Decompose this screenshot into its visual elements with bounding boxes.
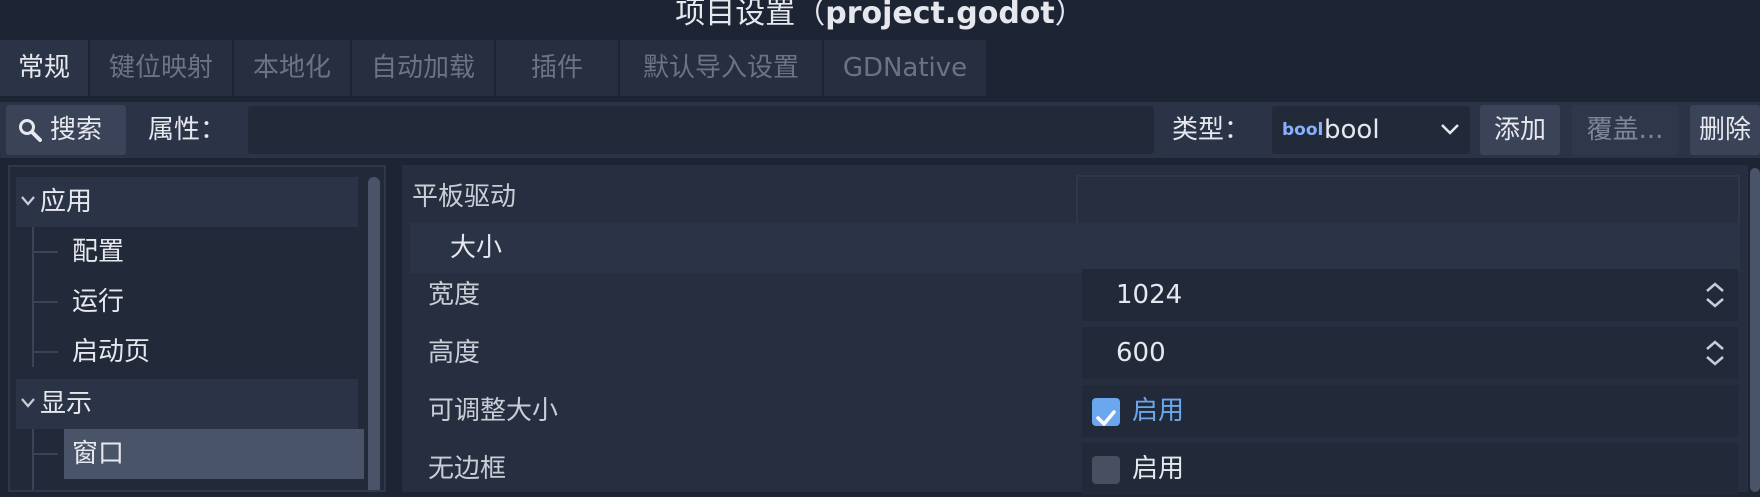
borderless-label: 无边框	[428, 454, 507, 484]
borderless-enabled-text: 启用	[1132, 454, 1185, 484]
window-title-prefix: 项目设置（	[675, 0, 826, 31]
override-button[interactable]: 覆盖...	[1572, 105, 1678, 155]
type-label: 类型：	[1172, 115, 1251, 145]
property-input[interactable]	[248, 106, 1154, 154]
width-spinbox[interactable]: 1024	[1082, 269, 1738, 321]
tree-guide-line	[32, 453, 58, 455]
property-toolbar: 搜索 属性： 类型： bool bool 添加 覆盖... 删除	[0, 102, 1760, 158]
tab-autoload[interactable]: 自动加载	[352, 40, 494, 96]
tree-category-application[interactable]: 应用	[16, 177, 358, 227]
spinner-arrows-icon[interactable]	[1704, 281, 1726, 309]
resizable-checkbox[interactable]: 启用	[1082, 385, 1738, 437]
tree-category-label: 显示	[40, 389, 93, 419]
tree-item-run[interactable]: 运行	[64, 277, 364, 327]
delete-button[interactable]: 删除	[1690, 105, 1760, 155]
resizable-enabled-text: 启用	[1132, 396, 1185, 426]
search-button[interactable]: 搜索	[6, 105, 126, 155]
tree-item-window[interactable]: 窗口	[64, 429, 364, 479]
window-title: 项目设置（project.godot）	[0, 0, 1760, 36]
tree-guide-line	[32, 301, 58, 303]
inspector-scrollbar[interactable]	[1750, 168, 1760, 492]
checkbox-unchecked-icon	[1092, 456, 1120, 484]
tree-item-boot-splash[interactable]: 启动页	[64, 327, 364, 377]
tab-input-map[interactable]: 键位映射	[90, 40, 232, 96]
window-title-suffix: ）	[1054, 0, 1085, 31]
tree-item-config[interactable]: 配置	[64, 227, 364, 277]
height-label: 高度	[428, 338, 481, 368]
tab-general[interactable]: 常规	[0, 40, 88, 96]
tree-category-display[interactable]: 显示	[16, 379, 358, 429]
width-value: 1024	[1116, 280, 1183, 310]
tree-item-label: 启动页	[72, 337, 151, 367]
tree-item-label: 窗口	[72, 439, 125, 469]
tree-guide-line	[32, 351, 58, 353]
type-select[interactable]: bool bool	[1272, 106, 1470, 154]
project-name: project.godot	[825, 0, 1055, 31]
tree-item-label: 运行	[72, 287, 125, 317]
tab-localization[interactable]: 本地化	[234, 40, 350, 96]
tablet-driver-field[interactable]	[1076, 175, 1740, 225]
tablet-driver-label: 平板驱动	[412, 182, 517, 212]
borderless-checkbox[interactable]: 启用	[1082, 443, 1738, 495]
height-value: 600	[1116, 338, 1166, 368]
tab-import-defaults[interactable]: 默认导入设置	[620, 40, 822, 96]
chevron-down-icon	[1440, 122, 1460, 136]
tree-item-label: 配置	[72, 237, 125, 267]
tab-bar: 常规 键位映射 本地化 自动加载 插件 默认导入设置 GDNative	[0, 40, 1760, 96]
section-header-size[interactable]: 大小	[410, 223, 1740, 273]
search-icon	[18, 118, 42, 142]
type-select-value: bool	[1324, 115, 1380, 145]
height-spinbox[interactable]: 600	[1082, 327, 1738, 379]
property-inspector: 平板驱动 大小 宽度 1024 高度 600 可调整大小 启用 无边框 启用	[402, 165, 1748, 495]
tab-gdnative[interactable]: GDNative	[824, 40, 986, 96]
section-size-label: 大小	[450, 233, 503, 263]
checkbox-checked-icon	[1092, 398, 1120, 426]
add-button[interactable]: 添加	[1480, 105, 1560, 155]
section-tree: 应用 配置 运行 启动页 显示 窗口	[8, 165, 386, 492]
resizable-label: 可调整大小	[428, 396, 559, 426]
tab-plugins[interactable]: 插件	[496, 40, 618, 96]
tree-guide-line	[32, 227, 34, 367]
spinner-arrows-icon[interactable]	[1704, 339, 1726, 367]
tree-guide-line	[32, 429, 34, 490]
chevron-down-icon	[20, 195, 36, 207]
chevron-down-icon	[20, 397, 36, 409]
search-button-label: 搜索	[50, 115, 103, 145]
tree-category-label: 应用	[40, 187, 93, 217]
tree-guide-line	[32, 251, 58, 253]
property-label: 属性：	[148, 115, 227, 145]
tree-scrollbar[interactable]	[368, 177, 380, 490]
bool-type-icon: bool	[1282, 120, 1324, 140]
width-label: 宽度	[428, 280, 481, 310]
